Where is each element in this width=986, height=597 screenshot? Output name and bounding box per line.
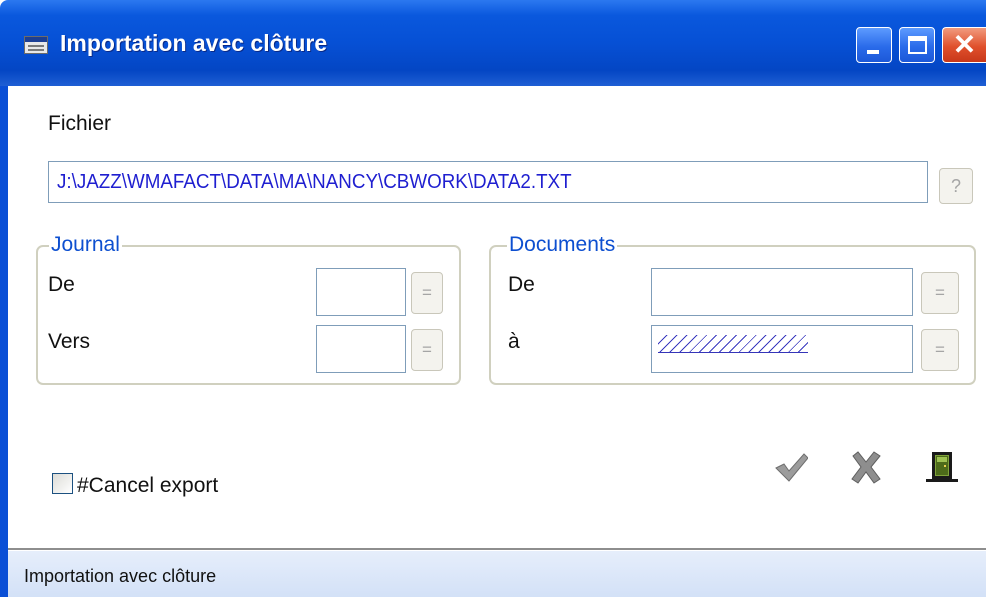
documents-to-lookup-button[interactable]: = — [921, 329, 959, 371]
x-icon — [851, 451, 881, 484]
journal-legend: Journal — [49, 233, 122, 256]
cancel-export-label[interactable]: #Cancel export — [77, 474, 218, 498]
cancel-button[interactable] — [849, 450, 883, 484]
close-icon: ✕ — [952, 29, 977, 60]
documents-from-input[interactable] — [651, 268, 913, 316]
documents-to-value — [658, 335, 808, 353]
documents-legend: Documents — [507, 233, 618, 256]
documents-from-label: De — [508, 273, 535, 296]
cancel-export-checkbox[interactable] — [52, 473, 73, 494]
journal-from-label: De — [48, 273, 75, 296]
documents-from-lookup-button[interactable]: = — [921, 272, 959, 314]
fichier-path-input[interactable]: J:\JAZZ\WMAFACT\DATA\MA\NANCY\CBWORK\DAT… — [48, 161, 928, 203]
journal-to-label: Vers — [48, 330, 91, 353]
minimize-icon — [867, 50, 879, 54]
title-bar[interactable]: Importation avec clôture ✕ — [0, 0, 986, 86]
close-button[interactable]: ✕ — [942, 27, 986, 63]
maximize-icon — [908, 36, 927, 54]
journal-to-lookup-button[interactable]: = — [411, 329, 443, 371]
fichier-path-value: J:\JAZZ\WMAFACT\DATA\MA\NANCY\CBWORK\DAT… — [57, 171, 572, 193]
app-window-icon — [24, 36, 48, 54]
statusbar-separator — [8, 548, 986, 550]
status-bar: Importation avec clôture — [8, 551, 986, 597]
journal-from-input[interactable] — [316, 268, 406, 316]
documents-to-input[interactable] — [651, 325, 913, 373]
checkmark-icon — [775, 453, 808, 482]
journal-to-input[interactable] — [316, 325, 406, 373]
ok-button[interactable] — [774, 452, 808, 482]
maximize-button[interactable] — [899, 27, 935, 63]
journal-from-lookup-button[interactable]: = — [411, 272, 443, 314]
documents-to-label: à — [508, 330, 520, 353]
minimize-button[interactable] — [856, 27, 892, 63]
exit-button[interactable] — [924, 450, 960, 484]
door-icon — [926, 452, 958, 482]
status-text: Importation avec clôture — [24, 566, 217, 586]
browse-file-button[interactable]: ? — [939, 168, 973, 204]
window-frame-left — [0, 86, 8, 597]
fichier-label: Fichier — [48, 112, 112, 135]
window-title: Importation avec clôture — [60, 30, 328, 56]
